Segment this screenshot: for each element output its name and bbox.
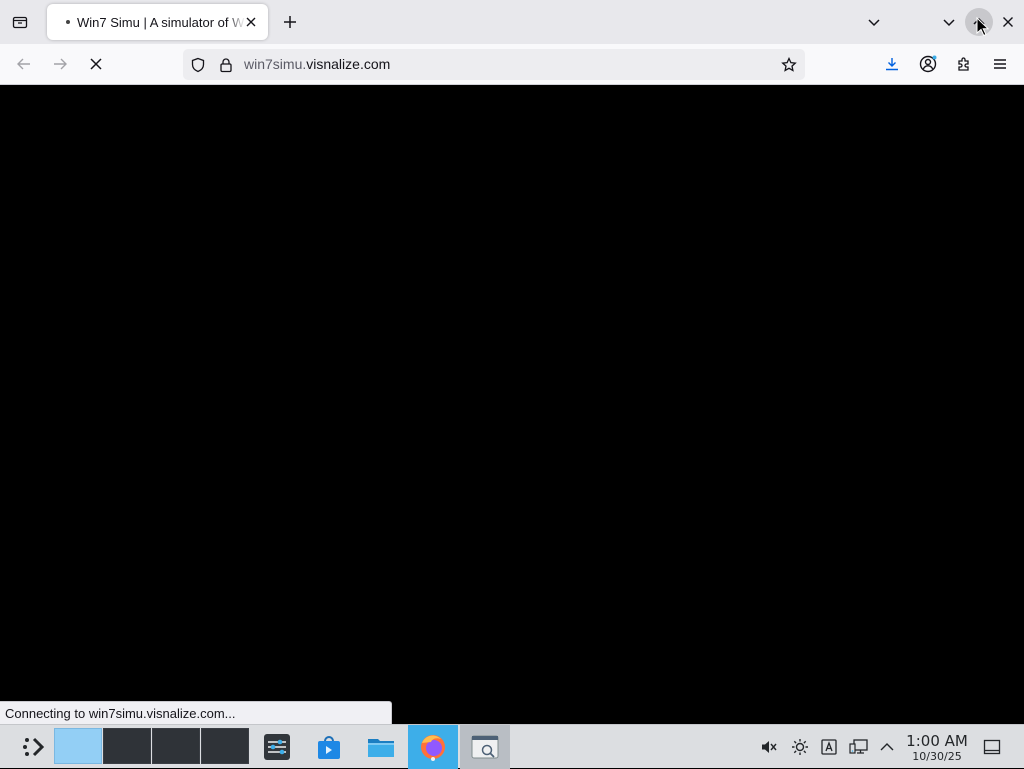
close-icon — [1003, 17, 1013, 27]
virtual-desktop-4[interactable] — [201, 728, 249, 764]
extensions-button[interactable] — [950, 50, 978, 78]
app-launcher-button[interactable] — [9, 725, 59, 769]
forward-button[interactable] — [46, 50, 74, 78]
file-manager-task[interactable] — [356, 725, 406, 769]
loading-indicator — [66, 20, 70, 24]
folder-tabs-icon — [12, 16, 28, 29]
network-button[interactable] — [848, 736, 870, 758]
web-page-content[interactable] — [0, 85, 1024, 724]
list-all-tabs-button[interactable] — [860, 8, 888, 36]
firefox-task[interactable] — [408, 725, 458, 769]
close-tab-button[interactable] — [242, 13, 260, 31]
url-text[interactable]: win7simu.visnalize.com — [244, 56, 390, 73]
show-desktop-button[interactable] — [981, 736, 1003, 758]
back-button[interactable] — [10, 50, 38, 78]
clock-date: 10/30/25 — [912, 750, 962, 763]
arrow-left-icon — [17, 58, 30, 70]
network-icon — [849, 739, 868, 754]
download-icon — [886, 58, 898, 71]
chevron-down-icon — [868, 19, 880, 27]
navigation-toolbar: win7simu.visnalize.com — [0, 44, 1024, 85]
site-info-button[interactable] — [216, 55, 236, 75]
input-method-icon — [821, 739, 837, 755]
taskbar — [0, 724, 1024, 769]
virtual-desktop-1[interactable] — [54, 728, 102, 764]
tab-overview-button[interactable] — [6, 8, 34, 36]
chevron-down-icon — [943, 19, 955, 27]
shield-icon — [191, 57, 205, 73]
show-desktop-icon — [983, 739, 1001, 755]
muted-volume-icon — [762, 741, 777, 753]
puzzle-icon — [958, 57, 969, 71]
stop-loading-button[interactable] — [82, 50, 110, 78]
lock-icon — [220, 58, 232, 73]
volume-button[interactable] — [758, 736, 780, 758]
arrow-right-icon — [54, 58, 67, 70]
screenshot-tool-task[interactable] — [460, 725, 510, 769]
bookmark-button[interactable] — [779, 55, 799, 75]
expand-tray-icon — [880, 743, 894, 751]
screenshot-icon — [471, 735, 499, 759]
browser-tab[interactable]: Win7 Simu | A simulator of Windows 7 — [47, 4, 268, 40]
status-panel: Connecting to win7simu.visnalize.com... — [0, 701, 392, 724]
clock-time: 1:00 AM — [906, 732, 968, 750]
hamburger-menu-icon — [994, 59, 1006, 69]
status-text: Connecting to win7simu.visnalize.com... — [5, 706, 236, 721]
url-subdomain: win7simu. — [244, 56, 307, 72]
input-method-button[interactable] — [818, 736, 840, 758]
expand-tray-button[interactable] — [876, 736, 898, 758]
brightness-button[interactable] — [789, 736, 811, 758]
digital-clock[interactable]: 1:00 AM 10/30/25 — [898, 733, 976, 764]
account-icon — [919, 55, 937, 73]
tracking-protection-button[interactable] — [188, 55, 208, 75]
app-launcher-icon — [23, 737, 45, 757]
star-icon — [781, 57, 797, 72]
close-icon — [246, 17, 256, 27]
store-task[interactable] — [304, 725, 354, 769]
virtual-desktop-3[interactable] — [152, 728, 200, 764]
system-settings-task[interactable] — [252, 725, 302, 769]
settings-sliders-icon — [264, 734, 290, 760]
virtual-desktop-2[interactable] — [103, 728, 151, 764]
store-bag-icon — [318, 736, 340, 759]
downloads-button[interactable] — [878, 50, 906, 78]
brightness-icon — [792, 739, 808, 755]
firefox-icon — [421, 735, 445, 761]
url-domain: visnalize.com — [306, 56, 391, 72]
url-bar[interactable]: win7simu.visnalize.com — [183, 49, 805, 80]
minimize-window-button[interactable] — [935, 8, 963, 36]
stop-x-icon — [90, 58, 102, 70]
account-button[interactable] — [914, 50, 942, 78]
plus-icon — [284, 16, 296, 28]
tab-title: Win7 Simu | A simulator of Windows 7 — [77, 14, 245, 30]
mouse-cursor-icon — [976, 17, 989, 37]
new-tab-button[interactable] — [276, 8, 304, 36]
tab-strip: Win7 Simu | A simulator of Windows 7 — [0, 0, 1024, 44]
folder-icon — [368, 739, 394, 757]
app-menu-button[interactable] — [986, 50, 1014, 78]
close-window-button[interactable] — [994, 8, 1022, 36]
